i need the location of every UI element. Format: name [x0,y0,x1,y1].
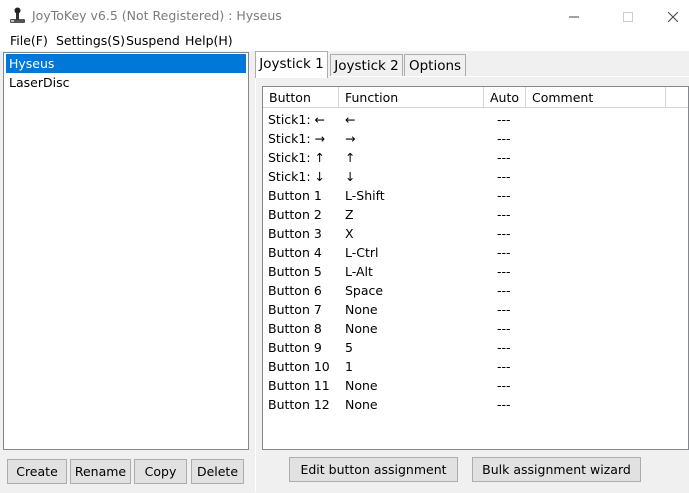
cell-button: Button 5 [268,264,322,279]
table-row[interactable]: Button 8 None --- [263,319,688,338]
cell-function: L-Shift [345,188,385,203]
table-row[interactable]: Stick1: ↓ ↓ --- [263,167,688,186]
edit-button-assignment-button[interactable]: Edit button assignment [289,457,458,482]
cell-auto: --- [497,112,511,127]
menu-help[interactable]: Help(H) [185,33,233,48]
cell-button: Button 4 [268,245,322,260]
table-row[interactable]: Stick1: → → --- [263,129,688,148]
cell-auto: --- [497,283,511,298]
cell-button: Button 1 [268,188,322,203]
cell-button: Button 12 [268,397,330,412]
cell-button: Stick1: ← [268,112,326,127]
cell-function: L-Alt [345,264,373,279]
cell-auto: --- [497,169,511,184]
cell-auto: --- [497,378,511,393]
cell-function: ← [345,112,356,127]
table-row[interactable]: Stick1: ← ← --- [263,110,688,129]
table-row[interactable]: Stick1: ↑ ↑ --- [263,148,688,167]
cell-auto: --- [497,264,511,279]
cell-function: → [345,131,356,146]
cell-button: Stick1: → [268,131,326,146]
table-row[interactable]: Button 6 Space --- [263,281,688,300]
cell-button: Button 11 [268,378,330,393]
cell-function: Space [345,283,384,298]
cell-auto: --- [497,150,511,165]
cell-button: Button 10 [268,359,330,374]
cell-function: 5 [345,340,353,355]
close-button[interactable] [650,0,689,31]
window-title: JoyToKey v6.5 (Not Registered) : Hyseus [32,8,282,23]
cell-function: None [345,397,378,412]
column-header-auto[interactable]: Auto [484,87,526,108]
title-bar[interactable]: JoyToKey v6.5 (Not Registered) : Hyseus [0,0,689,31]
cell-button: Stick1: ↓ [268,169,326,184]
cell-function: None [345,378,378,393]
cell-button: Button 2 [268,207,322,222]
tab-joystick-1[interactable]: Joystick 1 [255,51,328,78]
table-row[interactable]: Button 9 5 --- [263,338,688,357]
table-row[interactable]: Button 10 1 --- [263,357,688,376]
cell-function: Z [345,207,354,222]
profile-item-hyseus[interactable]: Hyseus [6,54,246,73]
cell-button: Stick1: ↑ [268,150,326,165]
maximize-icon [623,11,633,22]
cell-function: ↑ [345,150,356,165]
column-header-comment[interactable]: Comment [526,87,666,108]
create-button[interactable]: Create [7,459,67,484]
column-header-filler [666,87,688,108]
menu-bar: File(F) Settings(S) Suspend Help(H) [0,31,689,51]
tab-options[interactable]: Options [404,54,466,77]
menu-file[interactable]: File(F) [10,33,48,48]
cell-button: Button 8 [268,321,322,336]
grid-header: Button Function Auto Comment [263,87,688,109]
column-header-function[interactable]: Function [339,87,484,108]
cell-auto: --- [497,321,511,336]
assignment-grid[interactable]: Button Function Auto Comment Stick1: ← ← -… [262,86,689,450]
cell-button: Button 7 [268,302,322,317]
menu-settings[interactable]: Settings(S) [56,33,125,48]
table-row[interactable]: Button 7 None --- [263,300,688,319]
menu-suspend[interactable]: Suspend [126,33,180,48]
cell-auto: --- [497,340,511,355]
table-row[interactable]: Button 11 None --- [263,376,688,395]
cell-auto: --- [497,359,511,374]
close-icon [667,11,679,22]
cell-function: ↓ [345,169,356,184]
profile-list[interactable]: Hyseus LaserDisc [3,52,249,450]
cell-auto: --- [497,226,511,241]
cell-button: Button 3 [268,226,322,241]
cell-auto: --- [497,207,511,222]
table-row[interactable]: Button 5 L-Alt --- [263,262,688,281]
profile-item-laserdisc[interactable]: LaserDisc [6,73,246,92]
cell-auto: --- [497,188,511,203]
delete-button[interactable]: Delete [191,459,244,484]
table-row[interactable]: Button 3 X --- [263,224,688,243]
cell-auto: --- [497,397,511,412]
cell-function: L-Ctrl [345,245,379,260]
tab-joystick-2[interactable]: Joystick 2 [330,54,403,77]
copy-button[interactable]: Copy [134,459,187,484]
minimize-button[interactable] [551,0,597,31]
table-row[interactable]: Button 1 L-Shift --- [263,186,688,205]
bulk-assignment-wizard-button[interactable]: Bulk assignment wizard [472,457,641,482]
minimize-icon [569,16,579,17]
table-row[interactable]: Button 12 None --- [263,395,688,414]
joystick-app-icon [10,7,25,23]
cell-auto: --- [497,245,511,260]
cell-function: X [345,226,354,241]
table-row[interactable]: Button 2 Z --- [263,205,688,224]
cell-button: Button 6 [268,283,322,298]
cell-button: Button 9 [268,340,322,355]
maximize-button[interactable] [605,0,651,31]
cell-function: 1 [345,359,353,374]
table-row[interactable]: Button 4 L-Ctrl --- [263,243,688,262]
column-header-button[interactable]: Button [263,87,339,108]
cell-auto: --- [497,302,511,317]
cell-auto: --- [497,131,511,146]
cell-function: None [345,321,378,336]
rename-button[interactable]: Rename [70,459,131,484]
cell-function: None [345,302,378,317]
